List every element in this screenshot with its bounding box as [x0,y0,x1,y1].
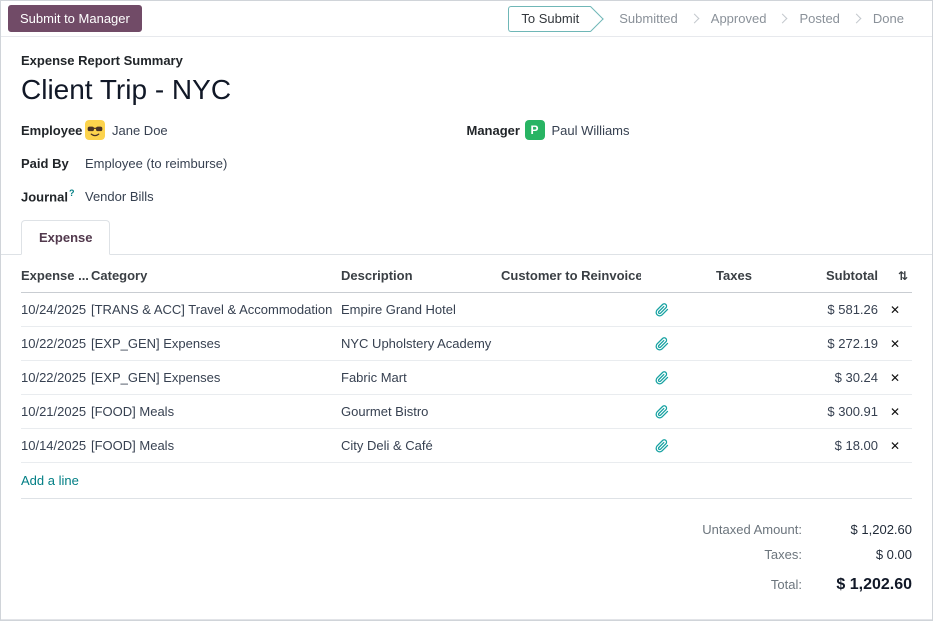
status-step-posted[interactable]: Posted [787,7,851,30]
taxes-cell[interactable] [686,302,786,318]
table-row: 10/14/2025 [FOOD] Meals City Deli & Café… [21,429,912,463]
add-a-line-link[interactable]: Add a line [21,463,912,498]
statusbar: To Submit Submitted Approved Posted Done [508,1,922,36]
expense-lines-table: Expense ... Category Description Custome… [21,259,912,499]
tab-expense[interactable]: Expense [21,220,110,255]
delete-row-icon[interactable]: ✕ [882,329,912,359]
category-cell[interactable]: [FOOD] Meals [91,396,341,427]
expense-date-cell[interactable]: 10/24/2025 [21,294,91,325]
delete-row-icon[interactable]: ✕ [882,397,912,427]
paid-by-value[interactable]: Employee (to reimburse) [85,156,227,171]
taxes-row: Taxes: $ 0.00 [21,542,912,567]
totals-section: Untaxed Amount: $ 1,202.60 Taxes: $ 0.00… [21,517,912,619]
total-label: Total: [771,577,802,592]
subtotal-cell: $ 30.24 [786,362,882,393]
manager-field: Manager P Paul Williams [467,120,913,140]
manager-value[interactable]: Paul Williams [552,123,630,138]
submit-to-manager-button[interactable]: Submit to Manager [8,5,142,32]
employee-label: Employee [21,123,85,138]
subtotal-cell: $ 272.19 [786,328,882,359]
table-row: 10/22/2025 [EXP_GEN] Expenses NYC Uphols… [21,327,912,361]
category-cell[interactable]: [EXP_GEN] Expenses [91,328,341,359]
header-subtotal[interactable]: Subtotal [786,259,882,292]
table-header-row: Expense ... Category Description Custome… [21,259,912,293]
taxes-cell[interactable] [686,438,786,454]
table-row: 10/24/2025 [TRANS & ACC] Travel & Accomm… [21,293,912,327]
attachment-paperclip-icon[interactable] [641,363,686,393]
customer-cell[interactable] [501,404,641,420]
header-taxes[interactable]: Taxes [686,259,786,292]
header-description[interactable]: Description [341,259,501,292]
description-cell[interactable]: NYC Upholstery Academy [341,328,501,359]
manager-avatar: P [525,120,545,140]
paid-by-field: Paid By Employee (to reimburse) [21,153,467,173]
category-cell[interactable]: [TRANS & ACC] Travel & Accommodation [91,294,341,325]
manager-label: Manager [467,123,525,138]
customer-cell[interactable] [501,370,641,386]
employee-avatar-icon [85,120,105,140]
description-cell[interactable]: Fabric Mart [341,362,501,393]
notebook-tabs: Expense [1,220,932,255]
paid-by-label: Paid By [21,156,85,171]
summary-field-label: Expense Report Summary [21,53,912,68]
category-cell[interactable]: [FOOD] Meals [91,430,341,461]
table-row: 10/22/2025 [EXP_GEN] Expenses Fabric Mar… [21,361,912,395]
fields-section: Employee Jane Doe Paid By Employee (to r… [21,120,912,206]
control-panel: Submit to Manager To Submit Submitted Ap… [1,1,932,37]
chevron-right-icon [689,14,699,24]
delete-row-icon[interactable]: ✕ [882,363,912,393]
column-toggle-icon[interactable]: ⇅ [882,260,912,292]
expense-date-cell[interactable]: 10/21/2025 [21,396,91,427]
expense-report-sheet: Expense Report Summary Client Trip - NYC… [1,37,932,620]
header-attachment-spacer [641,267,686,285]
subtotal-cell: $ 18.00 [786,430,882,461]
untaxed-amount-label: Untaxed Amount: [702,522,802,537]
status-step-to-submit[interactable]: To Submit [508,6,591,32]
description-cell[interactable]: City Deli & Café [341,430,501,461]
description-cell[interactable]: Gourmet Bistro [341,396,501,427]
taxes-label: Taxes: [764,547,802,562]
subtotal-cell: $ 300.91 [786,396,882,427]
untaxed-amount-value: $ 1,202.60 [802,522,912,537]
untaxed-amount-row: Untaxed Amount: $ 1,202.60 [21,517,912,542]
journal-value[interactable]: Vendor Bills [85,189,154,204]
attachment-paperclip-icon[interactable] [641,431,686,461]
expense-date-cell[interactable]: 10/22/2025 [21,362,91,393]
description-cell[interactable]: Empire Grand Hotel [341,294,501,325]
attachment-paperclip-icon[interactable] [641,329,686,359]
total-row: Total: $ 1,202.60 [21,571,912,599]
taxes-cell[interactable] [686,404,786,420]
journal-field: Journal? Vendor Bills [21,186,467,206]
table-row: 10/21/2025 [FOOD] Meals Gourmet Bistro $… [21,395,912,429]
chevron-right-icon [851,14,861,24]
status-step-approved[interactable]: Approved [699,7,779,30]
taxes-cell[interactable] [686,336,786,352]
employee-field: Employee Jane Doe [21,120,467,140]
delete-row-icon[interactable]: ✕ [882,431,912,461]
delete-row-icon[interactable]: ✕ [882,295,912,325]
customer-cell[interactable] [501,438,641,454]
journal-label: Journal? [21,188,85,204]
header-customer-to-reinvoice[interactable]: Customer to Reinvoice [501,259,641,292]
attachment-paperclip-icon[interactable] [641,295,686,325]
category-cell[interactable]: [EXP_GEN] Expenses [91,362,341,393]
attachment-paperclip-icon[interactable] [641,397,686,427]
expense-date-cell[interactable]: 10/22/2025 [21,328,91,359]
customer-cell[interactable] [501,302,641,318]
status-step-submitted[interactable]: Submitted [607,7,690,30]
employee-value[interactable]: Jane Doe [112,123,168,138]
customer-cell[interactable] [501,336,641,352]
subtotal-cell: $ 581.26 [786,294,882,325]
chevron-right-icon [778,14,788,24]
total-value: $ 1,202.60 [802,576,912,594]
header-expense-date[interactable]: Expense ... [21,259,91,292]
help-question-icon[interactable]: ? [69,188,75,198]
taxes-value: $ 0.00 [802,547,912,562]
expense-date-cell[interactable]: 10/14/2025 [21,430,91,461]
record-title[interactable]: Client Trip - NYC [21,74,912,106]
add-line-row: Add a line [21,463,912,499]
header-category[interactable]: Category [91,259,341,292]
taxes-cell[interactable] [686,370,786,386]
status-step-done[interactable]: Done [861,7,916,30]
